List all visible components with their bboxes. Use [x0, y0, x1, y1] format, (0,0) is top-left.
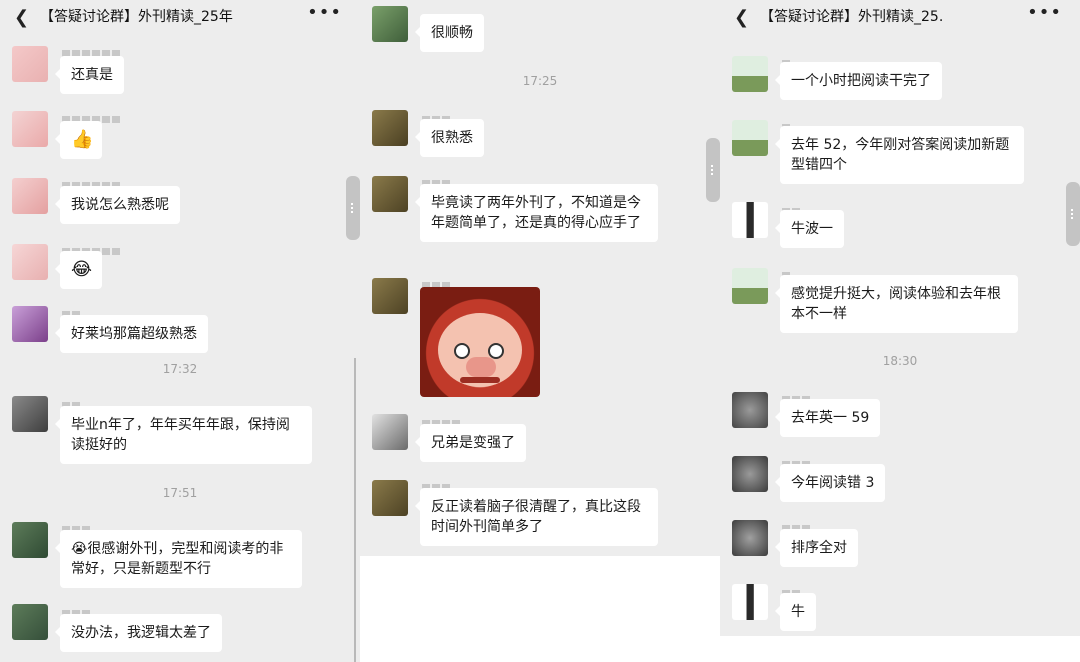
message-bubble[interactable]: 毕业n年了，年年买年年跟，保持阅读挺好的: [55, 406, 312, 464]
chat-panel-right: ❮ 【答疑讨论群】外刊精读_25. ••• 一个小时把阅读干完了 去年 52，今…: [720, 0, 1080, 662]
chat-title: 【答疑讨论群】外刊精读_25.: [760, 9, 944, 25]
message-bubble[interactable]: 我说怎么熟悉呢: [55, 186, 180, 224]
chevron-left-icon[interactable]: ❮: [14, 7, 29, 28]
scroll-handle[interactable]: [1066, 182, 1080, 246]
nickname: [782, 52, 792, 67]
avatar[interactable]: [372, 6, 408, 42]
message-bubble[interactable]: 排序全对: [775, 529, 858, 567]
message-bubble[interactable]: 牛: [775, 593, 816, 631]
chat-title: 【答疑讨论群】外刊精读_25年: [40, 9, 233, 25]
message-bubble[interactable]: 反正读着脑子很清醒了，真比这段时间外刊简单多了: [415, 488, 658, 546]
avatar[interactable]: [12, 111, 48, 147]
message-bubble[interactable]: 去年英一 59: [774, 399, 881, 437]
avatar[interactable]: [732, 268, 768, 304]
nickname: [782, 388, 812, 403]
nickname: [422, 476, 452, 491]
message-bubble[interactable]: 今年阅读错 3: [774, 464, 886, 502]
nickname: [62, 240, 122, 255]
nickname: [782, 582, 802, 597]
nickname: [62, 518, 92, 533]
chat-panel-left: ❮ 【答疑讨论群】外刊精读_25年 ••• 还真是 👍 我说怎么熟悉呢 😂 好莱…: [0, 0, 360, 662]
nickname: [782, 116, 792, 131]
avatar[interactable]: [12, 306, 48, 342]
avatar[interactable]: [12, 46, 48, 82]
message-bubble[interactable]: 毕竟读了两年外刊了，不知道是今年题简单了，还是真的得心应手了: [415, 184, 658, 242]
nickname: [782, 517, 812, 532]
nickname: [422, 274, 452, 289]
message-bubble[interactable]: 很熟悉: [415, 119, 484, 157]
avatar[interactable]: [372, 176, 408, 212]
message-bubble[interactable]: 😂: [55, 251, 102, 289]
message-bubble[interactable]: 感觉提升挺大，阅读体验和去年根本不一样: [775, 275, 1018, 333]
chat-header: ❮ 【答疑讨论群】外刊精读_25年 •••: [0, 0, 360, 34]
message-bubble[interactable]: 兄弟是变强了: [415, 424, 526, 462]
avatar[interactable]: [732, 202, 768, 238]
nickname: [62, 394, 82, 409]
nickname: [62, 174, 122, 189]
avatar[interactable]: [372, 278, 408, 314]
message-bubble[interactable]: 👍: [55, 121, 102, 159]
scrollbar-track[interactable]: [354, 358, 356, 662]
avatar[interactable]: [732, 392, 768, 428]
timestamp: 17:51: [162, 486, 198, 500]
pig-sticker[interactable]: [420, 287, 540, 397]
chat-header: ❮ 【答疑讨论群】外刊精读_25. •••: [720, 0, 1080, 34]
message-bubble[interactable]: 还真是: [55, 56, 124, 94]
avatar[interactable]: [732, 56, 768, 92]
nickname: [422, 412, 462, 427]
nickname: [62, 602, 92, 617]
scroll-handle[interactable]: [346, 176, 360, 240]
message-bubble[interactable]: 去年 52，今年刚对答案阅读加新题型错四个: [775, 126, 1024, 184]
nickname: [782, 264, 792, 279]
timestamp: 17:25: [522, 74, 558, 88]
message-bubble[interactable]: 好莱坞那篇超级熟悉: [55, 315, 208, 353]
nickname: [422, 108, 452, 123]
message-bubble[interactable]: 牛波一: [775, 210, 844, 248]
pig-eye: [488, 343, 504, 359]
input-area: [720, 636, 1080, 662]
more-dots-icon[interactable]: •••: [307, 2, 342, 23]
avatar[interactable]: [12, 244, 48, 280]
nickname: [422, 172, 452, 187]
avatar[interactable]: [732, 520, 768, 556]
timestamp: 17:32: [162, 362, 198, 376]
scroll-handle[interactable]: [706, 138, 720, 202]
message-bubble[interactable]: 😭很感谢外刊，完型和阅读考的非常好，只是新题型不行: [55, 530, 302, 588]
avatar[interactable]: [372, 480, 408, 516]
avatar[interactable]: [12, 396, 48, 432]
avatar[interactable]: [12, 604, 48, 640]
avatar[interactable]: [732, 584, 768, 620]
nickname: [782, 453, 812, 468]
nickname: [62, 303, 82, 318]
message-bubble[interactable]: 没办法，我逻辑太差了: [55, 614, 222, 652]
avatar[interactable]: [372, 414, 408, 450]
nickname: [62, 42, 122, 57]
pig-eye: [454, 343, 470, 359]
message-bubble[interactable]: 一个小时把阅读干完了: [775, 62, 942, 100]
timestamp: 18:30: [882, 354, 918, 368]
avatar[interactable]: [732, 120, 768, 156]
chat-panel-middle: 很顺畅 17:25 很熟悉 毕竟读了两年外刊了，不知道是今年题简单了，还是真的得…: [360, 0, 720, 662]
nickname: [62, 108, 122, 123]
avatar[interactable]: [732, 456, 768, 492]
nickname: [782, 200, 802, 215]
avatar[interactable]: [12, 522, 48, 558]
message-bubble[interactable]: 很顺畅: [415, 14, 484, 52]
input-area: [360, 556, 720, 662]
more-dots-icon[interactable]: •••: [1027, 2, 1062, 23]
pig-snout: [466, 357, 496, 377]
pig-face: [438, 313, 522, 387]
chevron-left-icon[interactable]: ❮: [734, 7, 749, 28]
pig-mouth: [460, 377, 500, 383]
avatar[interactable]: [372, 110, 408, 146]
avatar[interactable]: [12, 178, 48, 214]
